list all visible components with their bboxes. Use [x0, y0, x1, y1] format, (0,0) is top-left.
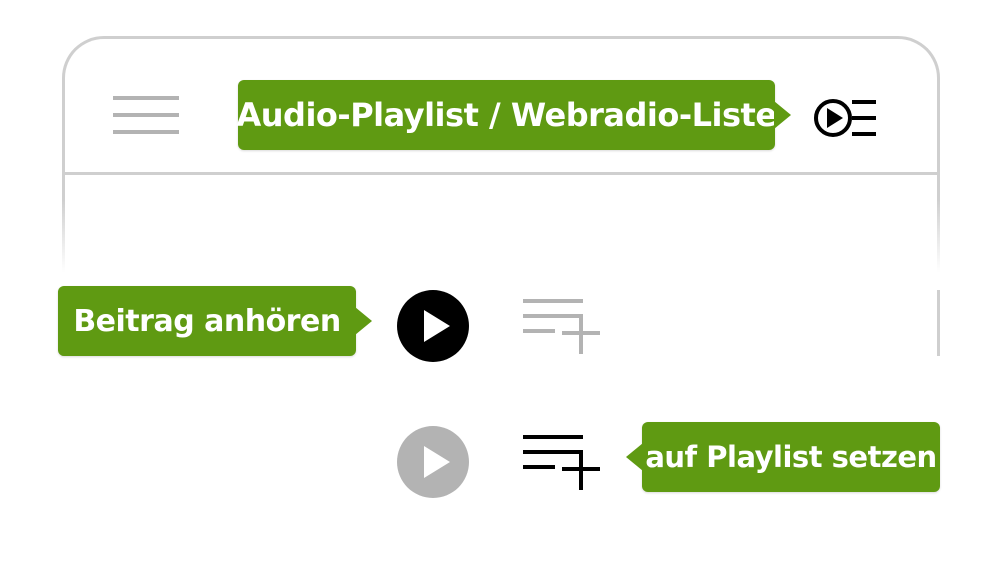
- play-icon: [397, 290, 469, 362]
- add-to-playlist-button-inactive[interactable]: [523, 297, 601, 355]
- play-button-inactive[interactable]: [397, 426, 469, 498]
- playlist-play-icon[interactable]: [812, 96, 880, 140]
- hamburger-icon[interactable]: [113, 96, 179, 136]
- add-tooltip-label: auf Playlist setzen: [645, 440, 937, 474]
- hamburger-line: [113, 130, 179, 134]
- add-to-playlist-button-active[interactable]: [523, 433, 601, 491]
- playlist-add-icon: [523, 435, 600, 490]
- playlist-tooltip: Audio-Playlist / Webradio-Liste: [236, 80, 791, 150]
- listen-tooltip: Beitrag anhören: [58, 286, 372, 356]
- play-button-active[interactable]: [397, 290, 469, 362]
- listen-tooltip-label: Beitrag anhören: [73, 303, 341, 339]
- play-icon: [397, 426, 469, 498]
- device-fade: [40, 200, 960, 290]
- hamburger-line: [113, 96, 179, 100]
- hamburger-line: [113, 113, 179, 117]
- playlist-tooltip-label: Audio-Playlist / Webradio-Liste: [236, 96, 778, 134]
- playlist-add-icon: [523, 299, 600, 354]
- header-divider: [62, 172, 940, 175]
- add-tooltip: auf Playlist setzen: [626, 422, 940, 492]
